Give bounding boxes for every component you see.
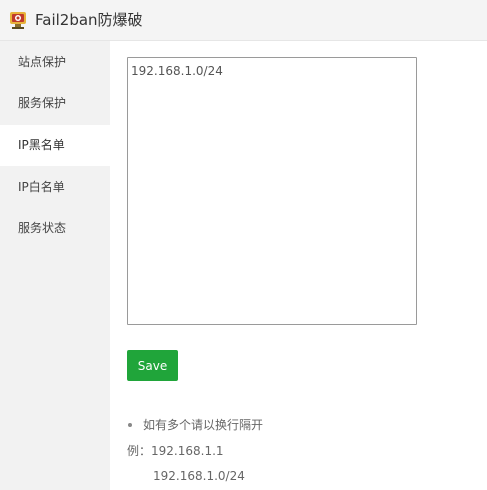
window-title: Fail2ban防爆破 [35, 11, 143, 29]
example-ip-2: 192.168.1.0/24 [153, 469, 245, 483]
example-line: 例：192.168.1.1 [127, 443, 224, 459]
help-hint: 如有多个请以换行隔开 [127, 417, 263, 433]
sidebar-item-label: 服务保护 [18, 96, 67, 110]
fail2ban-logo-icon [10, 12, 26, 29]
example-ip-1: 192.168.1.1 [151, 444, 224, 458]
sidebar-item-label: 站点保护 [18, 55, 67, 69]
save-button[interactable]: Save [127, 350, 178, 381]
main-panel: Save 如有多个请以换行隔开 例：192.168.1.1 192.168.1.… [110, 41, 487, 490]
title-bar: Fail2ban防爆破 [0, 0, 487, 41]
app-window: Fail2ban防爆破 站点保护 服务保护 IP黑名单 IP白名单 服务状态 S… [0, 0, 487, 490]
sidebar: 站点保护 服务保护 IP黑名单 IP白名单 服务状态 [0, 41, 110, 490]
sidebar-item-label: IP白名单 [18, 180, 65, 194]
sidebar-item-ip-blacklist[interactable]: IP黑名单 [0, 125, 110, 166]
ip-blacklist-textarea[interactable] [127, 57, 417, 325]
help-hint-text: 如有多个请以换行隔开 [143, 418, 264, 432]
sidebar-item-service-status[interactable]: 服务状态 [0, 208, 110, 249]
sidebar-item-site-protection[interactable]: 站点保护 [0, 42, 110, 83]
sidebar-item-label: 服务状态 [18, 221, 67, 235]
example-line-2: 192.168.1.0/24 [153, 468, 245, 484]
sidebar-item-label: IP黑名单 [18, 138, 65, 152]
sidebar-item-ip-whitelist[interactable]: IP白名单 [0, 167, 110, 208]
bullet-icon [128, 422, 132, 427]
sidebar-item-service-protection[interactable]: 服务保护 [0, 83, 110, 124]
example-prefix: 例： [127, 444, 152, 458]
